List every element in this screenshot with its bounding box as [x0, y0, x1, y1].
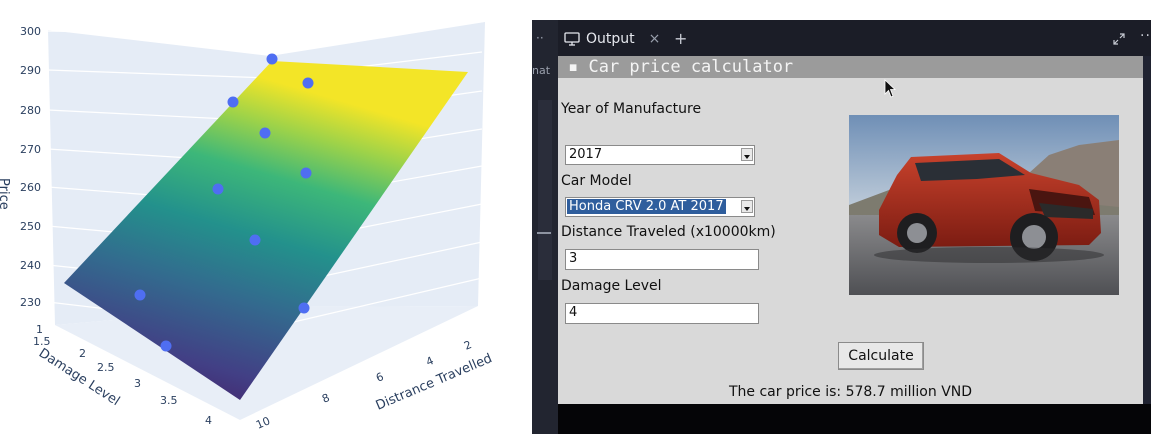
expand-icon[interactable]	[1112, 31, 1126, 50]
x-tick-label: 1.5	[33, 335, 51, 348]
model-combobox[interactable]: Honda CRV 2.0 AT 2017	[565, 197, 755, 217]
data-point[interactable]	[259, 127, 271, 139]
damage-value: 4	[569, 305, 578, 320]
data-point[interactable]	[227, 96, 239, 108]
tab-close-icon[interactable]: ×	[649, 31, 661, 47]
z-axis-title: Price	[0, 178, 11, 210]
strip-tab-fragment[interactable]: nat	[532, 64, 550, 77]
z-tick-label: 300	[20, 25, 41, 38]
model-dropdown-arrow-icon[interactable]	[741, 200, 753, 213]
distance-input[interactable]: 3	[565, 249, 759, 270]
ide-right-edge	[1143, 56, 1151, 404]
year-dropdown-arrow-icon[interactable]	[741, 148, 753, 161]
ide-left-strip: ·· nat	[532, 20, 558, 434]
model-value: Honda CRV 2.0 AT 2017	[567, 199, 726, 214]
z-tick-label: 280	[20, 104, 41, 117]
mouse-cursor-icon	[884, 79, 898, 103]
price-3d-chart[interactable]: 230 240 250 260 270 280 290 300 1 1.5 2 2.5 3 3.5 4 10 8…	[0, 0, 530, 434]
damage-label: Damage Level	[561, 278, 662, 294]
y-tick-label: 8	[320, 391, 332, 406]
y-axis-title: Distrance Travelled	[374, 351, 495, 414]
monitor-icon	[564, 32, 580, 46]
ide-bottom-panel	[558, 404, 1151, 434]
y-tick-label: 10	[254, 414, 272, 431]
more-options-icon[interactable]: ···	[1140, 28, 1151, 44]
x-tick-label: 2.5	[97, 361, 115, 374]
x-tick-label: 2	[79, 347, 86, 360]
y-tick-label: 2	[462, 338, 474, 353]
chart-svg: 23024025026027028029030011.522.533.54 108…	[0, 13, 495, 432]
data-point[interactable]	[160, 340, 172, 352]
z-tick-label: 230	[20, 296, 41, 309]
x-tick-label: 3	[134, 377, 141, 390]
data-point[interactable]	[302, 77, 314, 89]
strip-more-icon[interactable]: ··	[536, 31, 544, 45]
calculate-button[interactable]: Calculate	[838, 342, 924, 370]
x-tick-label: 4	[205, 414, 212, 427]
model-label: Car Model	[561, 173, 632, 189]
y-tick-label: 6	[374, 370, 386, 385]
data-point[interactable]	[266, 53, 278, 65]
price-result: The car price is: 578.7 million VND	[728, 384, 973, 400]
app-titlebar: ▪ Car price calculator	[558, 56, 1143, 78]
add-tab-icon[interactable]: +	[674, 29, 687, 48]
year-label: Year of Manufacture	[561, 101, 702, 117]
distance-label: Distance Traveled (x10000km)	[561, 224, 776, 240]
z-tick-label: 290	[20, 64, 41, 77]
data-point[interactable]	[249, 234, 261, 246]
tab-output-label: Output	[586, 31, 635, 47]
distance-value: 3	[569, 251, 578, 266]
app-title: ▪ Car price calculator	[568, 57, 794, 77]
tab-bar: Output × + ···	[558, 20, 1151, 56]
data-point[interactable]	[300, 167, 312, 179]
data-point[interactable]	[212, 183, 224, 195]
z-tick-label: 260	[20, 181, 41, 194]
z-tick-label: 240	[20, 259, 41, 272]
tab-output[interactable]: Output ×	[564, 26, 660, 52]
data-point[interactable]	[298, 302, 310, 314]
year-value: 2017	[569, 147, 603, 162]
x-tick-label: 3.5	[160, 394, 178, 407]
car-image	[849, 115, 1119, 295]
z-tick-label: 270	[20, 143, 41, 156]
y-tick-label: 4	[424, 354, 436, 369]
z-tick-label: 250	[20, 220, 41, 233]
year-combobox[interactable]: 2017	[565, 145, 755, 165]
car-price-app-window: ▪ Car price calculator Year of Manufactu…	[558, 56, 1143, 404]
damage-input[interactable]: 4	[565, 303, 759, 324]
strip-dash-icon	[537, 232, 551, 234]
ide-panel: ·· nat Output × + ··· ▪ Car price calcul…	[532, 20, 1151, 434]
data-point[interactable]	[134, 289, 146, 301]
strip-scroll-area	[538, 100, 552, 280]
